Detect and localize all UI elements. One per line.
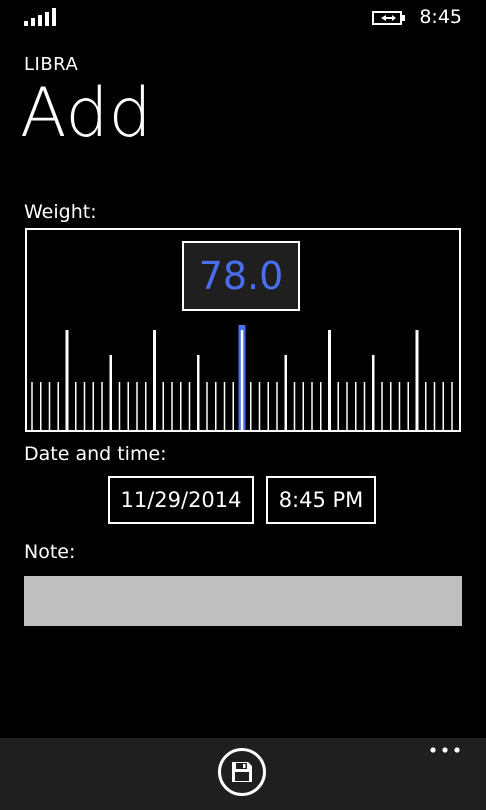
weight-ruler-slider[interactable]: 78.0 <box>25 228 461 432</box>
save-button[interactable] <box>218 748 266 796</box>
page-title: Add <box>20 74 152 153</box>
date-picker-button[interactable]: 11/29/2014 <box>108 476 254 524</box>
time-picker-button[interactable]: 8:45 PM <box>266 476 376 524</box>
note-input[interactable] <box>24 576 462 626</box>
status-bar: 8:45 <box>0 0 486 36</box>
weight-indicator-core <box>240 330 244 430</box>
more-options-icon[interactable] <box>428 744 464 764</box>
note-label: Note: <box>24 541 76 563</box>
app-title: LIBRA <box>24 54 79 75</box>
signal-bars-icon <box>24 8 56 26</box>
status-clock: 8:45 <box>419 6 462 28</box>
date-time-label: Date and time: <box>24 443 167 465</box>
weight-label: Weight: <box>24 201 97 223</box>
app-bar <box>0 738 486 810</box>
weight-value: 78.0 <box>198 254 284 298</box>
save-icon <box>232 762 252 782</box>
weight-display: 78.0 <box>182 241 300 311</box>
battery-charging-icon <box>372 11 405 25</box>
